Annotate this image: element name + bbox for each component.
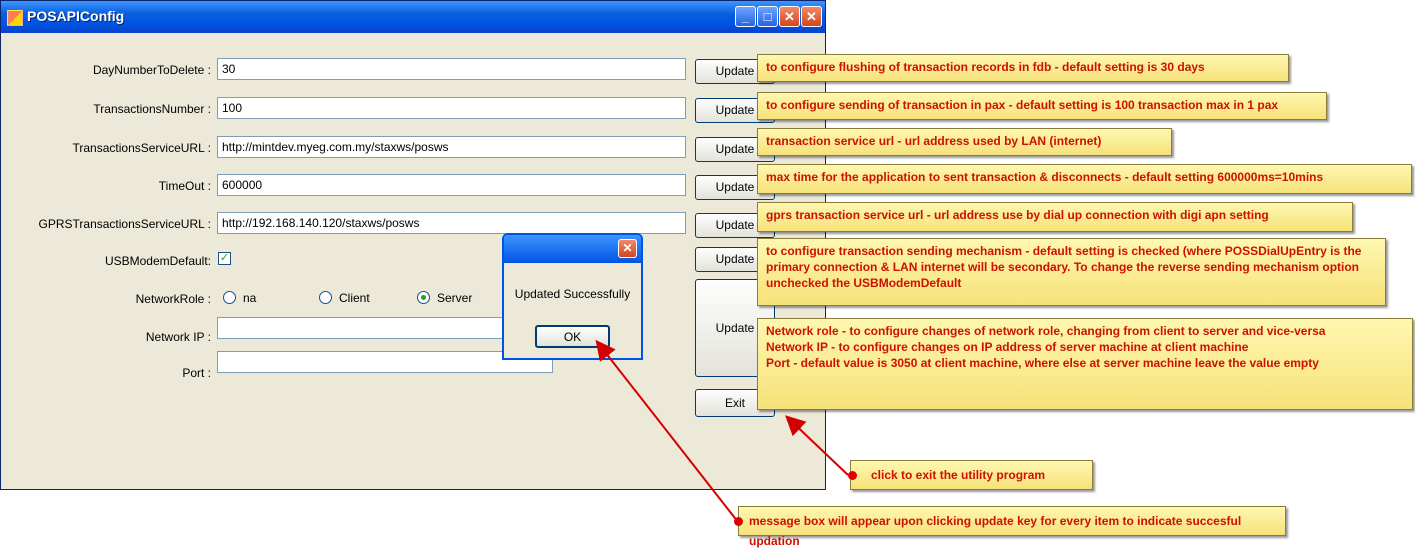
callout-port: Port - default value is 3050 at client m… <box>766 356 1319 370</box>
callout-network: Network role - to configure changes of n… <box>757 318 1413 410</box>
callout-timeout: max time for the application to sent tra… <box>757 164 1412 194</box>
exit-arrow <box>785 415 849 476</box>
callout-transactions-number: to configure sending of transaction in p… <box>757 92 1327 120</box>
message-box-callout-dot <box>734 517 743 526</box>
callout-service-url: transaction service url - url address us… <box>757 128 1172 156</box>
callout-gprs-url: gprs transaction service url - url addre… <box>757 202 1353 232</box>
callout-network-role: Network role - to configure changes of n… <box>766 324 1326 338</box>
callout-day-number: to configure flushing of transaction rec… <box>757 54 1289 82</box>
callout-message-box: message box will appear upon clicking up… <box>738 506 1286 548</box>
callout-usb-modem: to configure transaction sending mechani… <box>757 238 1386 306</box>
message-box-arrow <box>595 339 739 523</box>
callout-network-ip: Network IP - to configure changes on IP … <box>766 340 1249 354</box>
callout-exit: click to exit the utility program <box>850 460 1093 490</box>
exit-callout-dot <box>848 471 857 480</box>
